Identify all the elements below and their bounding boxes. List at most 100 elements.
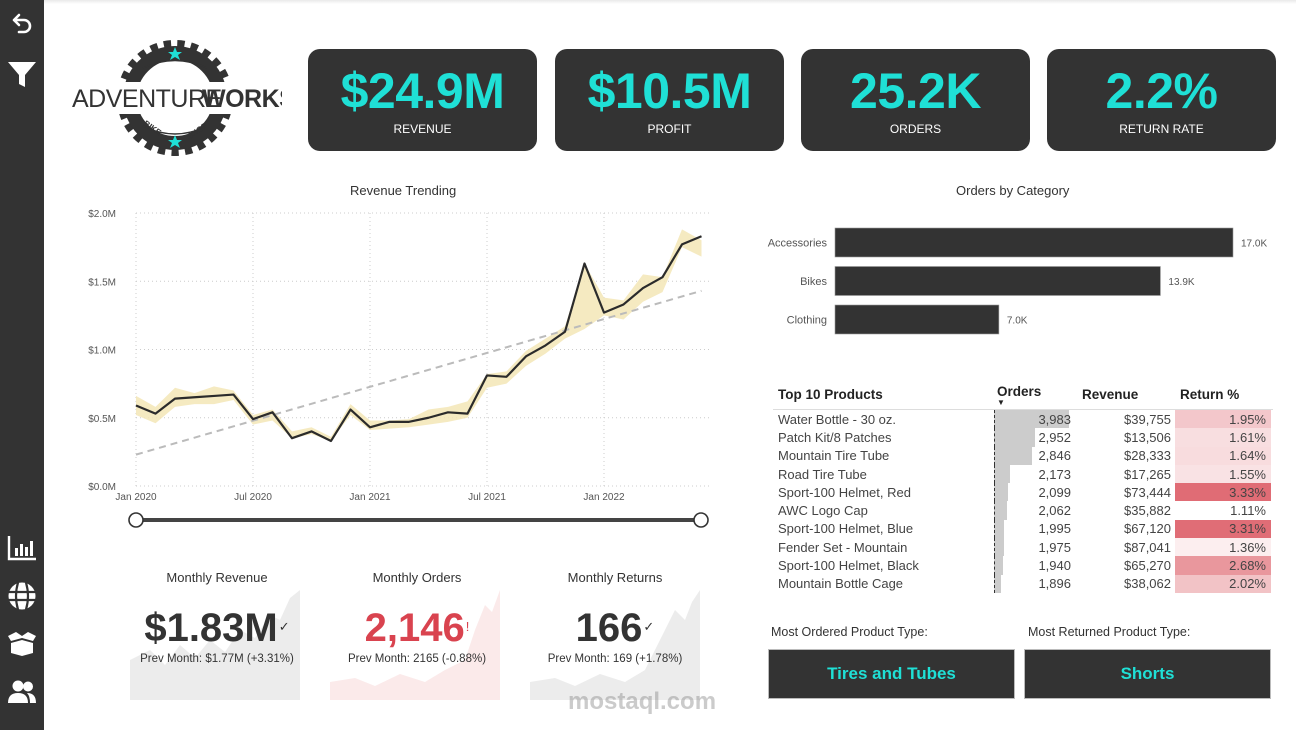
monthly-orders-card: Monthly Orders 2,146! Prev Month: 2165 (… [332, 562, 502, 702]
return-pct-cell: 1.61% [1175, 428, 1271, 447]
card-value-text: $1.83M [144, 606, 278, 650]
revenue-point[interactable] [678, 240, 686, 248]
orders-cell: 1,896 [994, 574, 1073, 593]
revenue-point[interactable] [171, 395, 179, 403]
box-icon[interactable] [6, 628, 38, 660]
card-title: Monthly Returns [567, 570, 663, 585]
column-header-return-pct[interactable]: Return % [1175, 380, 1271, 409]
range-slider-end-handle[interactable] [693, 512, 709, 528]
column-header-orders[interactable]: Orders ▼ [994, 380, 1073, 409]
revenue-point[interactable] [425, 414, 433, 422]
y-tick-label: $1.5M [88, 277, 116, 288]
orders-cell: 1,940 [994, 556, 1073, 575]
orders-databar [994, 446, 1033, 465]
kpi-label: REVENUE [393, 122, 452, 136]
table-row[interactable]: Sport-100 Helmet, Red 2,099 $73,444 3.33% [773, 483, 1273, 502]
orders-cell: 1,995 [994, 519, 1073, 539]
revenue-point[interactable] [288, 434, 296, 442]
check-icon: ✓ [643, 619, 655, 634]
filter-icon[interactable] [6, 58, 38, 90]
globe-icon[interactable] [6, 580, 38, 612]
kpi-value: $10.5M [587, 63, 752, 119]
revenue-point[interactable] [600, 309, 608, 317]
revenue-point[interactable] [366, 423, 374, 431]
column-header-revenue[interactable]: Revenue [1073, 387, 1175, 402]
table-row[interactable]: Sport-100 Helmet, Blue 1,995 $67,120 3.31% [773, 519, 1273, 539]
kpi-value: 25.2K [850, 63, 981, 119]
revenue-point[interactable] [698, 232, 706, 240]
revenue-point[interactable] [308, 427, 316, 435]
orders-value: 1,896 [1038, 576, 1071, 592]
revenue-point[interactable] [210, 392, 218, 400]
revenue-point[interactable] [405, 418, 413, 426]
monthly-returns-card: Monthly Returns 166✓ Prev Month: 169 (+1… [530, 562, 700, 702]
column-header-product[interactable]: Top 10 Products [773, 387, 994, 402]
revenue-point[interactable] [464, 410, 472, 418]
product-name: Water Bottle - 30 oz. [778, 411, 897, 427]
revenue-point[interactable] [483, 371, 491, 379]
table-row[interactable]: AWC Logo Cap 2,062 $35,882 1.11% [773, 501, 1273, 520]
orders-by-category-title: Orders by Category [956, 183, 1070, 198]
table-row[interactable]: Mountain Bottle Cage 1,896 $38,062 2.02% [773, 574, 1273, 593]
category-bar[interactable] [834, 227, 1234, 258]
category-bar[interactable] [834, 266, 1161, 296]
product-name: Sport-100 Helmet, Blue [778, 521, 914, 537]
revenue-point[interactable] [132, 401, 140, 409]
orders-databar [994, 501, 1007, 520]
orders-databar [994, 483, 1008, 502]
revenue-point[interactable] [581, 260, 589, 268]
orders-value: 1,995 [1038, 521, 1071, 537]
users-icon[interactable] [6, 676, 38, 708]
x-tick-label: Jan 2020 [115, 492, 157, 503]
revenue-point[interactable] [503, 373, 511, 381]
revenue-point[interactable] [386, 418, 394, 426]
revenue-trending-chart[interactable]: $0.0M $0.5M $1.0M $1.5M $2.0M Jan 2020 Jul 20… [70, 200, 730, 540]
orders-by-category-chart[interactable]: Accessories 17.0K Bikes 13.9K Clothing 7.0K [750, 220, 1290, 340]
revenue-trending-title: Revenue Trending [350, 183, 457, 198]
revenue-cell: $39,755 [1124, 411, 1171, 427]
return-pct-cell: 1.95% [1175, 410, 1271, 429]
revenue-cell: $38,062 [1124, 576, 1171, 592]
revenue-point[interactable] [561, 328, 569, 336]
bar-chart-icon[interactable] [6, 532, 38, 564]
revenue-point[interactable] [191, 393, 199, 401]
x-tick-label: Jul 2021 [468, 492, 506, 503]
product-name: Mountain Tire Tube [778, 448, 890, 464]
table-row[interactable]: Road Tire Tube 2,173 $17,265 1.55% [773, 464, 1273, 484]
orders-cell: 2,062 [994, 501, 1073, 520]
revenue-point[interactable] [230, 391, 238, 399]
table-row[interactable]: Patch Kit/8 Patches 2,952 $13,506 1.61% [773, 428, 1273, 447]
revenue-point[interactable] [542, 341, 550, 349]
adventureworks-logo: ADVENTURE WORKS BIKE SHOP [68, 38, 296, 160]
revenue-point[interactable] [639, 284, 647, 292]
alert-icon: ! [465, 619, 470, 634]
revenue-point[interactable] [249, 415, 257, 423]
revenue-point[interactable] [327, 437, 335, 445]
table-row[interactable]: Mountain Tire Tube 2,846 $28,333 1.64% [773, 446, 1273, 465]
orders-databar [994, 556, 1003, 575]
table-row[interactable]: Sport-100 Helmet, Black 1,940 $65,270 2.68% [773, 556, 1273, 575]
revenue-cell: $28,333 [1124, 448, 1171, 464]
bar-value-label: 17.0K [1241, 239, 1267, 250]
back-icon[interactable] [6, 8, 38, 40]
revenue-point[interactable] [659, 273, 667, 281]
x-tick-label: Jul 2020 [234, 492, 272, 503]
table-row[interactable]: Water Bottle - 30 oz. 3,983 $39,755 1.95% [773, 410, 1273, 429]
most-ordered-label: Most Ordered Product Type: [771, 625, 928, 639]
range-slider-start-handle[interactable] [128, 512, 144, 528]
revenue-point[interactable] [347, 406, 355, 414]
logo-brand-light: ADVENTURE [72, 85, 222, 113]
product-name: Fender Set - Mountain [778, 539, 908, 555]
kpi-value: $24.9M [340, 63, 505, 119]
orders-value: 2,952 [1038, 429, 1071, 445]
revenue-point[interactable] [620, 300, 628, 308]
category-bar[interactable] [834, 304, 1000, 335]
revenue-point[interactable] [269, 408, 277, 416]
return-pct-cell: 3.33% [1175, 483, 1271, 502]
revenue-point[interactable] [522, 352, 530, 360]
revenue-point[interactable] [152, 410, 160, 418]
y-tick-label: $1.0M [88, 346, 116, 357]
table-row[interactable]: Fender Set - Mountain 1,975 $87,041 1.36% [773, 538, 1273, 557]
revenue-line [135, 235, 702, 443]
revenue-point[interactable] [444, 408, 452, 416]
